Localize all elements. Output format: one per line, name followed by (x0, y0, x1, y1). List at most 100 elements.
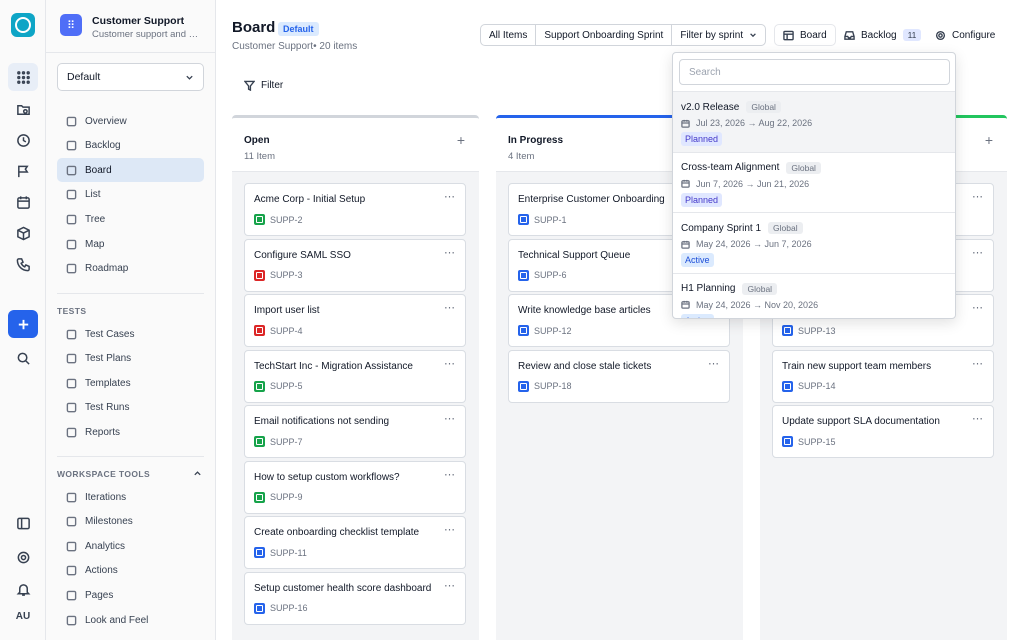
more-options-icon[interactable]: ⋯ (708, 357, 720, 370)
sidebar-item-label: Roadmap (85, 263, 129, 275)
sidebar-item-test-cases[interactable]: Test Cases (57, 322, 204, 346)
workspace-tools-heading[interactable]: WORKSPACE TOOLS (57, 469, 150, 479)
filter-button[interactable]: Filter (244, 80, 283, 91)
card-key: SUPP-13 (782, 325, 836, 336)
more-options-icon[interactable]: ⋯ (444, 523, 456, 536)
more-options-icon[interactable]: ⋯ (972, 246, 984, 259)
bell-icon[interactable] (8, 575, 38, 603)
sidebar-item-test-runs[interactable]: Test Runs (57, 396, 204, 420)
more-options-icon[interactable]: ⋯ (444, 246, 456, 259)
more-options-icon[interactable]: ⋯ (444, 190, 456, 203)
workspace-select[interactable]: Default (57, 63, 204, 91)
phone-icon[interactable] (8, 250, 38, 278)
sidebar-item-board[interactable]: Board (57, 158, 204, 183)
sidebar-item-backlog[interactable]: Backlog (57, 134, 204, 158)
package-icon[interactable] (8, 219, 38, 247)
work-item-card[interactable]: Review and close stale tickets ⋯ SUPP-18 (508, 349, 730, 403)
sidebar-item-label: Test Runs (85, 402, 130, 414)
sidebar-item-test-plans[interactable]: Test Plans (57, 347, 204, 371)
sprint-name-row: v2.0 Release Global (681, 101, 781, 113)
sprint-dates: May 24, 2026 → Jun 7, 2026 (696, 239, 812, 249)
sidebar-item-overview[interactable]: Overview (57, 109, 204, 133)
sidebar-item-iterations[interactable]: Iterations (57, 485, 204, 509)
sidebar-item-analytics[interactable]: Analytics (57, 534, 204, 558)
calendar-icon (681, 240, 690, 249)
work-item-card[interactable]: Email notifications not sending ⋯ SUPP-7 (244, 405, 466, 458)
flag-icon[interactable] (8, 157, 38, 185)
backlog-view-button[interactable]: Backlog 11 (836, 24, 929, 46)
sidebar-item-templates[interactable]: Templates (57, 371, 204, 395)
search-icon[interactable] (8, 344, 38, 372)
more-options-icon[interactable]: ⋯ (972, 357, 984, 370)
chevron-down-icon (186, 75, 193, 80)
clock-icon[interactable] (8, 126, 38, 154)
work-item-card[interactable]: TechStart Inc - Migration Assistance ⋯ SUP… (244, 349, 466, 403)
user-avatar[interactable]: AU (0, 611, 46, 622)
configure-button[interactable]: Configure (927, 24, 1003, 46)
more-options-icon[interactable]: ⋯ (444, 579, 456, 592)
apps-grid-icon[interactable] (8, 63, 38, 91)
project-header[interactable]: ⠿ Customer Support Customer support and … (60, 14, 200, 40)
sprint-name: v2.0 Release (681, 101, 740, 113)
sidebar-item-tree[interactable]: Tree (57, 207, 204, 231)
work-item-card[interactable]: Train new support team members ⋯ SUPP-14 (772, 349, 994, 403)
sidebar-item-roadmap[interactable]: Roadmap (57, 257, 204, 281)
work-item-card[interactable]: Configure SAML SSO ⋯ SUPP-3 (244, 238, 466, 292)
more-options-icon[interactable]: ⋯ (444, 357, 456, 370)
more-options-icon[interactable]: ⋯ (444, 468, 456, 481)
folder-search-icon[interactable] (8, 95, 38, 123)
sprint-option[interactable]: Cross-team Alignment Global Jun 7, 2026 → … (673, 151, 955, 213)
card-key-text: SUPP-13 (798, 325, 836, 336)
sprint-name: H1 Planning (681, 283, 736, 294)
work-item-card[interactable]: How to setup custom workflows? ⋯ SUPP-9 (244, 460, 466, 514)
bar-chart-icon (66, 427, 77, 438)
sprint-option[interactable]: Company Sprint 1 Global May 24, 2026 → Jun… (673, 212, 955, 273)
sidebar-item-milestones[interactable]: Milestones (57, 510, 204, 534)
divider (57, 293, 204, 294)
tab-label: Filter by sprint (680, 29, 744, 41)
sprint-option[interactable]: H1 Planning Global May 24, 2026 → Nov 20, … (673, 272, 955, 318)
sidebar-toggle-icon[interactable] (8, 509, 38, 537)
create-button[interactable] (8, 310, 38, 338)
work-item-card[interactable]: Acme Corp - Initial Setup ⋯ SUPP-2 (244, 183, 466, 236)
divider (46, 52, 216, 53)
add-card-icon[interactable]: + (457, 132, 465, 148)
sprint-dropdown: v2.0 Release Global Jul 23, 2026 → Aug 22,… (672, 52, 956, 319)
app-logo[interactable] (11, 13, 35, 37)
work-item-card[interactable]: Update support SLA documentation ⋯ SUPP-15 (772, 405, 994, 458)
card-key: SUPP-14 (782, 380, 836, 392)
bolt-icon (66, 565, 77, 576)
card-key-text: SUPP-1 (534, 214, 567, 225)
more-options-icon[interactable]: ⋯ (972, 190, 984, 203)
sprint-search-input[interactable] (679, 59, 950, 85)
settings-icon[interactable] (8, 543, 38, 571)
more-options-icon[interactable]: ⋯ (444, 412, 456, 425)
sprint-option[interactable]: v2.0 Release Global Jul 23, 2026 → Aug 22,… (673, 91, 955, 152)
sidebar-item-label: Actions (85, 565, 118, 577)
tab-label: Support Onboarding Sprint (544, 29, 664, 41)
more-options-icon[interactable]: ⋯ (972, 301, 984, 314)
work-item-card[interactable]: Setup customer health score dashboard ⋯ SU… (244, 571, 466, 625)
tab-support-onboarding-sprint[interactable]: Support Onboarding Sprint (536, 25, 673, 45)
sidebar-item-actions[interactable]: Actions (57, 559, 204, 583)
calendar-icon[interactable] (8, 188, 38, 216)
more-options-icon[interactable]: ⋯ (444, 301, 456, 314)
sidebar-item-pages[interactable]: Pages (57, 583, 204, 607)
work-item-card[interactable]: Import user list ⋯ SUPP-4 (244, 294, 466, 347)
sidebar-item-look-and-feel[interactable]: Look and Feel (57, 608, 204, 632)
add-card-icon[interactable]: + (985, 132, 993, 148)
sprint-dates-row: May 24, 2026 → Nov 20, 2026 (681, 300, 818, 310)
tab-all-items[interactable]: All Items (481, 25, 537, 45)
work-item-card[interactable]: Create onboarding checklist template ⋯ SUP… (244, 516, 466, 569)
sidebar-item-reports[interactable]: Reports (57, 420, 204, 444)
sidebar-item-list[interactable]: List (57, 183, 204, 207)
sidebar-item-map[interactable]: Map (57, 232, 204, 256)
pages-icon (66, 590, 77, 601)
chevron-up-icon[interactable] (193, 469, 202, 478)
more-options-icon[interactable]: ⋯ (972, 412, 984, 425)
card-key: SUPP-9 (254, 491, 303, 503)
card-key: SUPP-4 (254, 325, 303, 336)
board-view-button[interactable]: Board (774, 24, 836, 46)
page-subtitle: Customer Support• 20 items (232, 41, 358, 52)
filter-by-sprint-dropdown[interactable]: Filter by sprint (672, 25, 765, 45)
